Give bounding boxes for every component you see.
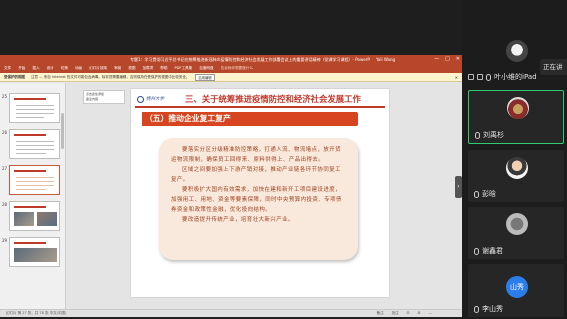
camera-icon [477, 74, 483, 80]
heading-divider [135, 106, 385, 108]
tab-insert[interactable]: 插入 [32, 66, 39, 71]
protected-view-label: 受保护的视图 [4, 74, 25, 79]
participant-tile[interactable]: 谢鑫君 [468, 207, 564, 259]
participant-name: 刘禹杉 [483, 131, 504, 139]
slide-number: 26 [2, 130, 8, 135]
paragraph: 要积极扩大国内有效需求，加快在建和新开工项目建设进度，加强用工、用地、资金等要素… [171, 187, 342, 213]
screen-share-icon [468, 74, 474, 80]
participant-row[interactable]: 叶小维的iPad [468, 72, 537, 82]
logo-text: 扬州大学 [146, 97, 164, 102]
tab-review[interactable]: 审阅 [114, 66, 121, 71]
meeting-participants-panel: 正在讲 叶小维的iPad 刘禹杉 彭晗 谢鑫君 山秀 李山秀 [462, 0, 567, 319]
close-button[interactable]: ✕ [456, 55, 460, 64]
paragraph: 要改造提升传统产业，培育壮大新兴产业。 [182, 217, 294, 223]
speaking-indicator: 正在讲 [540, 59, 567, 75]
tab-help[interactable]: 帮助 [160, 66, 167, 71]
slide-number: 25 [2, 94, 8, 99]
zoom-slider[interactable]: — [429, 310, 433, 317]
minimize-button[interactable]: — [434, 55, 439, 64]
avatar [506, 157, 528, 179]
participant-name: 叶小维的iPad [494, 73, 537, 81]
maximize-button[interactable]: □ [445, 55, 450, 64]
photo-thumbnail [14, 212, 34, 226]
paragraph: 区域之间要加强上下游产销对接，推动产业链各环节协同复工复产。 [171, 167, 342, 183]
ppt-ribbon-tabs: 文件 开始 插入 设计 切换 动画 幻灯片放映 审阅 视图 加载项 帮助 PDF… [0, 64, 462, 73]
slide-number: 27 [2, 166, 8, 171]
sorter-view-icon[interactable]: ⊞ [418, 310, 421, 317]
ppt-title-bar: 专题1：学习贯彻习近平总书记在统筹推进新冠肺炎疫情防控和经济社会发展工作部署会议… [0, 55, 462, 64]
tab-animations[interactable]: 动画 [75, 66, 82, 71]
status-bar: 幻灯片 第 27 张，共 78 张 中文(中国) 备注 批注 ⊟ ⊞ — [0, 309, 462, 317]
mic-icon [474, 305, 479, 313]
avatar [506, 40, 528, 62]
slide-thumbnail-selected[interactable]: 27 [2, 165, 60, 195]
tab-file[interactable]: 文件 [4, 66, 11, 71]
avatar [506, 213, 528, 235]
participant-name: 李山秀 [482, 305, 503, 313]
participant-label: 谢鑫君 [474, 246, 503, 256]
slide-thumbnail[interactable]: 26 [2, 129, 60, 159]
tab-baidu-netdisk[interactable]: 百度网盘 [199, 66, 213, 71]
thumbnail-scrollbar[interactable] [61, 113, 64, 149]
content-box: 要落实分区分级精准防控策略，打通人流、物流堵点，放开货运物流限制，确保员工回得来… [159, 138, 358, 260]
window-controls: — □ ✕ [434, 55, 460, 64]
slide-heading: 三、关于统筹推进疫情防控和经济社会发展工作 [185, 94, 361, 104]
ppt-window-title: 专题1：学习贯彻习近平总书记在统筹推进新冠肺炎疫情防控和经济社会发展工作部署会议… [130, 57, 370, 62]
slide-editing-area: 点击此处添加 备注内容 扬州大学 三、关于统筹推进疫情防控和经济社会发展工作 （… [67, 83, 462, 309]
notes-button[interactable]: 备注 [377, 310, 384, 317]
participant-tile[interactable]: 彭晗 [468, 150, 564, 202]
protected-view-text: 注意 — 来自 Internet 的文件可能包含病毒。除非您需要编辑，否则保持在… [31, 74, 190, 79]
slide-number: 29 [2, 238, 8, 243]
participant-label: 彭晗 [474, 189, 496, 199]
avatar [507, 97, 529, 119]
participant-tile-active[interactable]: 刘禹杉 [468, 90, 564, 144]
mic-icon [474, 247, 479, 255]
tab-pdf-tools[interactable]: PDF工具集 [174, 66, 192, 71]
photo-thumbnail [14, 248, 57, 262]
slide-thumbnails-pane[interactable]: 25 26 27 28 29 [0, 83, 66, 309]
comments-button[interactable]: 批注 [392, 310, 399, 317]
panel-collapse-button[interactable]: › [455, 176, 462, 198]
tab-slideshow[interactable]: 幻灯片放映 [89, 66, 107, 71]
seal-icon [137, 95, 144, 103]
status-right: 备注 批注 ⊟ ⊞ — [377, 310, 432, 317]
note-line: 备注内容 [86, 96, 99, 101]
close-icon[interactable]: ✕ [455, 75, 458, 80]
slide-thumbnail[interactable]: 28 [2, 201, 60, 231]
slide-number: 28 [2, 202, 8, 207]
normal-view-icon[interactable]: ⊟ [407, 310, 410, 317]
paragraph: 要落实分区分级精准防控策略，打通人流、物流堵点，放开货运物流限制，确保员工回得来… [171, 147, 342, 163]
tab-view[interactable]: 视图 [128, 66, 135, 71]
screen: 专题1：学习贯彻习近平总书记在统筹推进新冠肺炎疫情防控和经济社会发展工作部署会议… [0, 0, 567, 319]
mic-icon [475, 131, 480, 139]
slide-subtitle: （五）推动企业复工复产 [145, 114, 231, 123]
university-logo: 扬州大学 [137, 95, 181, 103]
protected-view-bar: 受保护的视图 注意 — 来自 Internet 的文件可能包含病毒。除非您需要编… [0, 73, 462, 82]
enable-editing-button[interactable]: 启用编辑 [195, 73, 215, 81]
powerpoint-window: 专题1：学习贯彻习近平总书记在统筹推进新冠肺炎疫情防控和经济社会发展工作部署会议… [0, 55, 462, 317]
ppt-user-name[interactable]: Yali Wang [376, 55, 395, 64]
tell-me-search[interactable]: 告诉我你想要做什么 [221, 66, 253, 71]
meeting-top-strip [0, 0, 462, 55]
avatar: 山秀 [506, 276, 528, 298]
slide-counter: 幻灯片 第 27 张，共 78 张 中文(中国) [6, 311, 67, 315]
photo-thumbnail [37, 212, 57, 226]
participant-tile[interactable]: 山秀 李山秀 [468, 264, 564, 317]
current-slide[interactable]: 扬州大学 三、关于统筹推进疫情防控和经济社会发展工作 （五）推动企业复工复产 要… [131, 89, 389, 297]
tab-design[interactable]: 设计 [47, 66, 54, 71]
slide-thumbnail[interactable]: 25 [2, 93, 60, 123]
note-box[interactable]: 点击此处添加 备注内容 [83, 90, 125, 104]
participant-label: 李山秀 [474, 304, 503, 314]
mic-icon [474, 190, 479, 198]
slide-thumbnail[interactable]: 29 [2, 237, 60, 267]
participant-label: 刘禹杉 [475, 130, 504, 140]
tab-home[interactable]: 开始 [18, 66, 25, 71]
tab-addins[interactable]: 加载项 [142, 66, 153, 71]
participant-name: 彭晗 [482, 190, 496, 198]
mic-icon [486, 73, 491, 81]
tab-transitions[interactable]: 切换 [61, 66, 68, 71]
participant-name: 谢鑫君 [482, 247, 503, 255]
